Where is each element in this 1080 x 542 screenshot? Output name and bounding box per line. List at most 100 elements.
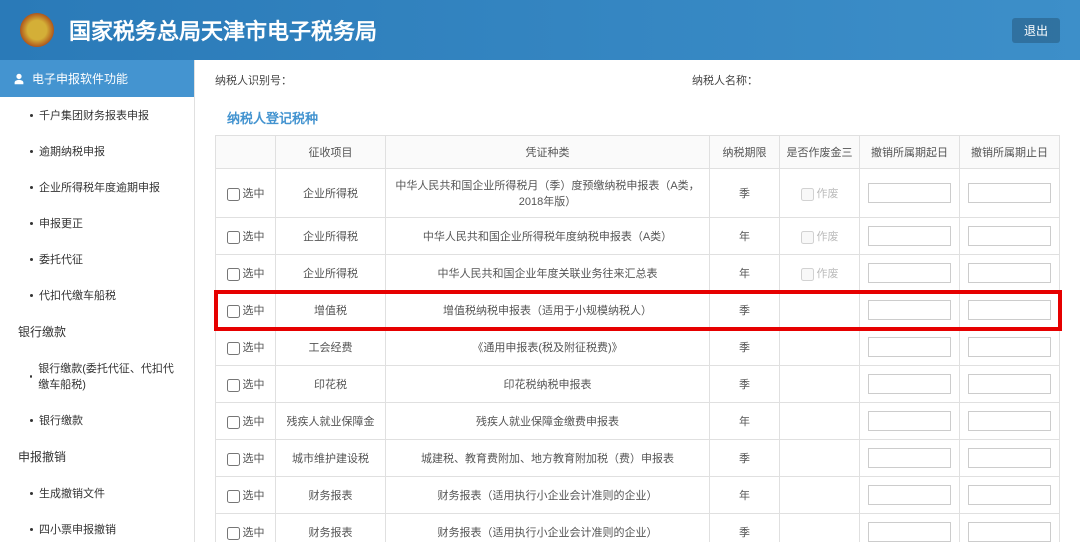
- row-select-checkbox[interactable]: [227, 342, 240, 355]
- cell-end-date: [960, 403, 1060, 440]
- taxpayer-name-label: 纳税人名称：: [692, 72, 758, 88]
- end-date-input[interactable]: [968, 263, 1051, 283]
- sidebar: 电子申报软件功能 千户集团财务报表申报逾期纳税申报企业所得税年度逾期申报申报更正…: [0, 60, 195, 542]
- end-date-input[interactable]: [968, 485, 1051, 505]
- cell-start-date: [860, 514, 960, 542]
- cell-doc-type: 中华人民共和国企业年度关联业务往来汇总表: [386, 255, 710, 292]
- bullet-icon: [30, 419, 33, 422]
- row-select-checkbox[interactable]: [227, 305, 240, 318]
- table-row: 选中印花税印花税纳税申报表季: [216, 366, 1060, 403]
- cell-doc-type: 财务报表（适用执行小企业会计准则的企业）: [386, 514, 710, 542]
- sidebar-item-label: 千户集团财务报表申报: [39, 107, 149, 123]
- sidebar-item-label: 生成撤销文件: [39, 485, 105, 501]
- cell-select: 选中: [216, 477, 276, 514]
- row-select-checkbox[interactable]: [227, 490, 240, 503]
- cell-project: 工会经费: [276, 329, 386, 366]
- start-date-input[interactable]: [868, 300, 951, 320]
- start-date-input[interactable]: [868, 411, 951, 431]
- end-date-input[interactable]: [968, 411, 1051, 431]
- row-select-checkbox[interactable]: [227, 379, 240, 392]
- cell-project: 残疾人就业保障金: [276, 403, 386, 440]
- bullet-icon: [30, 294, 33, 297]
- table-row: 选中增值税增值税纳税申报表（适用于小规模纳税人）季: [216, 292, 1060, 329]
- cell-doc-type: 残疾人就业保障金缴费申报表: [386, 403, 710, 440]
- start-date-input[interactable]: [868, 522, 951, 542]
- sidebar-item-0[interactable]: 千户集团财务报表申报: [0, 97, 194, 133]
- cell-select: 选中: [216, 366, 276, 403]
- select-label: 选中: [243, 490, 265, 502]
- cell-golden: [780, 403, 860, 440]
- sidebar-item-8[interactable]: 银行缴款: [0, 402, 194, 438]
- row-select-checkbox[interactable]: [227, 188, 240, 201]
- row-select-checkbox[interactable]: [227, 268, 240, 281]
- cell-period: 季: [710, 514, 780, 542]
- sidebar-item-7[interactable]: 银行缴款(委托代征、代扣代缴车船税): [0, 350, 194, 402]
- bullet-icon: [30, 375, 32, 378]
- th-period: 纳税期限: [710, 136, 780, 169]
- select-label: 选中: [243, 379, 265, 391]
- end-date-input[interactable]: [968, 448, 1051, 468]
- cell-end-date: [960, 514, 1060, 542]
- cell-select: 选中: [216, 169, 276, 218]
- sidebar-item-1[interactable]: 逾期纳税申报: [0, 133, 194, 169]
- select-label: 选中: [243, 268, 265, 280]
- golden-label: 作废: [817, 268, 839, 280]
- end-date-input[interactable]: [968, 374, 1051, 394]
- end-date-input[interactable]: [968, 300, 1051, 320]
- start-date-input[interactable]: [868, 448, 951, 468]
- row-select-checkbox[interactable]: [227, 527, 240, 540]
- start-date-input[interactable]: [868, 374, 951, 394]
- sidebar-item-label: 四小票申报撤销: [39, 521, 116, 537]
- sidebar-item-9[interactable]: 申报撤销: [0, 438, 194, 475]
- sidebar-item-label: 委托代征: [39, 251, 83, 267]
- cell-golden: [780, 477, 860, 514]
- table-row: 选中城市维护建设税城建税、教育费附加、地方教育附加税（费）申报表季: [216, 440, 1060, 477]
- golden-label: 作废: [817, 188, 839, 200]
- cell-project: 城市维护建设税: [276, 440, 386, 477]
- section-title: 纳税人登记税种: [215, 100, 1060, 135]
- cell-end-date: [960, 169, 1060, 218]
- table-header-row: 征收项目 凭证种类 纳税期限 是否作废金三 撤销所属期起日 撤销所属期止日: [216, 136, 1060, 169]
- sidebar-item-10[interactable]: 生成撤销文件: [0, 475, 194, 511]
- select-label: 选中: [243, 527, 265, 539]
- sidebar-item-3[interactable]: 申报更正: [0, 205, 194, 241]
- end-date-input[interactable]: [968, 226, 1051, 246]
- sidebar-item-label: 企业所得税年度逾期申报: [39, 179, 160, 195]
- sidebar-item-6[interactable]: 银行缴款: [0, 313, 194, 350]
- logout-button[interactable]: 退出: [1012, 18, 1060, 43]
- cell-start-date: [860, 403, 960, 440]
- table-row: 选中财务报表财务报表（适用执行小企业会计准则的企业）季: [216, 514, 1060, 542]
- start-date-input[interactable]: [868, 337, 951, 357]
- start-date-input[interactable]: [868, 183, 951, 203]
- sidebar-header[interactable]: 电子申报软件功能: [0, 60, 194, 97]
- row-select-checkbox[interactable]: [227, 416, 240, 429]
- user-icon: [12, 72, 26, 86]
- cell-doc-type: 《通用申报表(税及附征税费)》: [386, 329, 710, 366]
- cell-project: 企业所得税: [276, 218, 386, 255]
- cell-doc-type: 印花税纳税申报表: [386, 366, 710, 403]
- row-select-checkbox[interactable]: [227, 231, 240, 244]
- sidebar-item-11[interactable]: 四小票申报撤销: [0, 511, 194, 542]
- row-select-checkbox[interactable]: [227, 453, 240, 466]
- start-date-input[interactable]: [868, 485, 951, 505]
- cell-select: 选中: [216, 514, 276, 542]
- cell-start-date: [860, 218, 960, 255]
- cell-period: 年: [710, 477, 780, 514]
- cell-select: 选中: [216, 440, 276, 477]
- select-label: 选中: [243, 188, 265, 200]
- select-label: 选中: [243, 453, 265, 465]
- end-date-input[interactable]: [968, 183, 1051, 203]
- table-row: 选中工会经费《通用申报表(税及附征税费)》季: [216, 329, 1060, 366]
- end-date-input[interactable]: [968, 337, 1051, 357]
- th-end-date: 撤销所属期止日: [960, 136, 1060, 169]
- end-date-input[interactable]: [968, 522, 1051, 542]
- sidebar-item-2[interactable]: 企业所得税年度逾期申报: [0, 169, 194, 205]
- start-date-input[interactable]: [868, 263, 951, 283]
- cell-doc-type: 中华人民共和国企业所得税年度纳税申报表（A类）: [386, 218, 710, 255]
- sidebar-item-4[interactable]: 委托代征: [0, 241, 194, 277]
- tax-types-table: 征收项目 凭证种类 纳税期限 是否作废金三 撤销所属期起日 撤销所属期止日 选中…: [215, 135, 1060, 542]
- content-area: 纳税人识别号： 纳税人名称： 纳税人登记税种 征收项目 凭证种类 纳税期限 是否…: [195, 60, 1080, 542]
- cell-start-date: [860, 329, 960, 366]
- sidebar-item-5[interactable]: 代扣代缴车船税: [0, 277, 194, 313]
- start-date-input[interactable]: [868, 226, 951, 246]
